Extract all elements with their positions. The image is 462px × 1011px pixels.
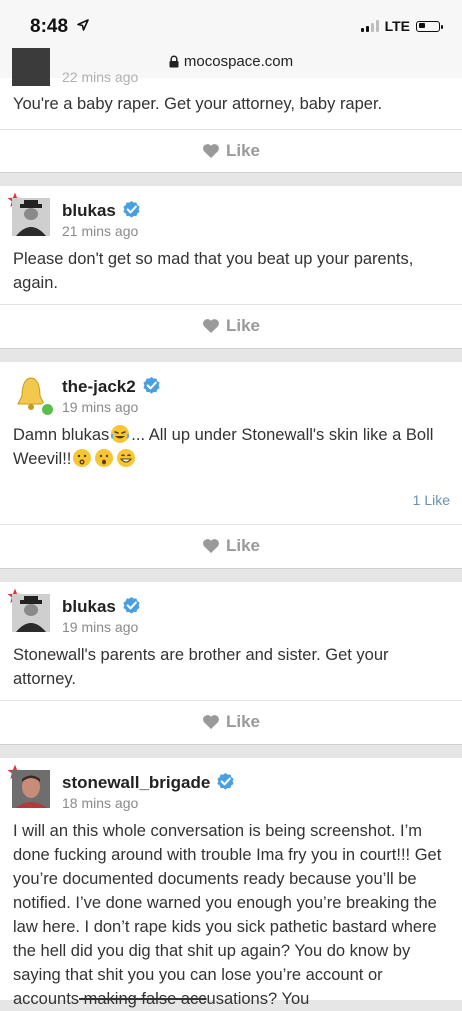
kissing-emoji-icon [73,449,92,467]
verified-badge-icon [123,200,140,218]
location-arrow-icon [77,19,90,31]
laughing-tears-emoji-icon [111,425,130,443]
struck-through-text: making false acc [79,990,207,1008]
heart-icon [203,144,219,158]
lock-icon [169,55,179,67]
grinning-emoji-icon [117,449,136,467]
like-count[interactable]: 1 Like [413,492,450,508]
comment-body: Stonewall's parents are brother and sist… [13,646,389,688]
like-label: Like [225,712,261,731]
comment-card: blukas 19 mins ago Stonewall's parents a… [0,582,462,745]
timestamp: 19 mins ago [62,399,139,415]
username[interactable]: blukas [62,200,141,221]
username[interactable]: stonewall_brigade [62,772,235,793]
like-label: Like [225,316,261,335]
comment-body: I will an this whole conversation is bei… [13,819,449,1011]
comment-card: stonewall_brigade 18 mins ago I will an … [0,758,462,1008]
timestamp: 18 mins ago [62,795,139,811]
verified-badge-icon [217,772,234,790]
username-text: blukas [62,597,116,616]
status-indicators: LTE [360,18,443,34]
hushed-emoji-icon [95,449,114,467]
heart-icon [203,715,219,729]
like-button[interactable]: Like [0,130,462,172]
status-bar: 8:48 LTE [0,0,462,44]
comment-text: Damn blukas [13,426,110,444]
like-button[interactable]: Like [0,525,462,567]
battery-icon [416,20,443,32]
comment-card: 22 mins ago You're a baby raper. Get you… [0,48,462,173]
avatar[interactable] [12,770,50,808]
online-status-indicator [40,402,55,417]
like-button[interactable]: Like [0,305,462,347]
timestamp: 19 mins ago [62,619,139,635]
timestamp: 21 mins ago [62,223,139,239]
avatar[interactable] [12,48,50,86]
like-label: Like [225,536,261,555]
heart-icon [203,539,219,553]
username-text: stonewall_brigade [62,773,211,792]
timestamp: 22 mins ago [62,69,139,85]
comment-body: You're a baby raper. Get your attorney, … [13,95,383,113]
avatar-image [12,594,50,632]
heart-icon [203,319,219,333]
username[interactable]: the-jack2 [62,376,161,397]
username[interactable]: blukas [62,596,141,617]
signal-strength-icon [360,20,379,32]
comment-body: Please don't get so mad that you beat up… [13,250,414,292]
network-type: LTE [384,18,410,34]
avatar[interactable] [12,594,50,632]
verified-badge-icon [123,596,140,614]
like-label: Like [225,141,261,160]
comment-text: usations? You [206,990,310,1008]
comment-card: blukas 21 mins ago Please don't get so m… [0,186,462,349]
username-text: the-jack2 [62,377,136,396]
status-time: 8:48 [30,16,90,38]
username-text: blukas [62,201,116,220]
avatar[interactable] [12,198,50,236]
verified-badge-icon [143,376,160,394]
avatar-image [12,198,50,236]
comment-body: Damn blukas... All up under Stonewall's … [13,423,449,471]
comment-text: I will an this whole conversation is bei… [13,822,442,1008]
like-button[interactable]: Like [0,701,462,743]
comment-card: the-jack2 19 mins ago Damn blukas... All… [0,362,462,569]
url-text: mocospace.com [183,52,294,70]
clock-text: 8:48 [30,16,69,37]
avatar-image [12,770,50,808]
